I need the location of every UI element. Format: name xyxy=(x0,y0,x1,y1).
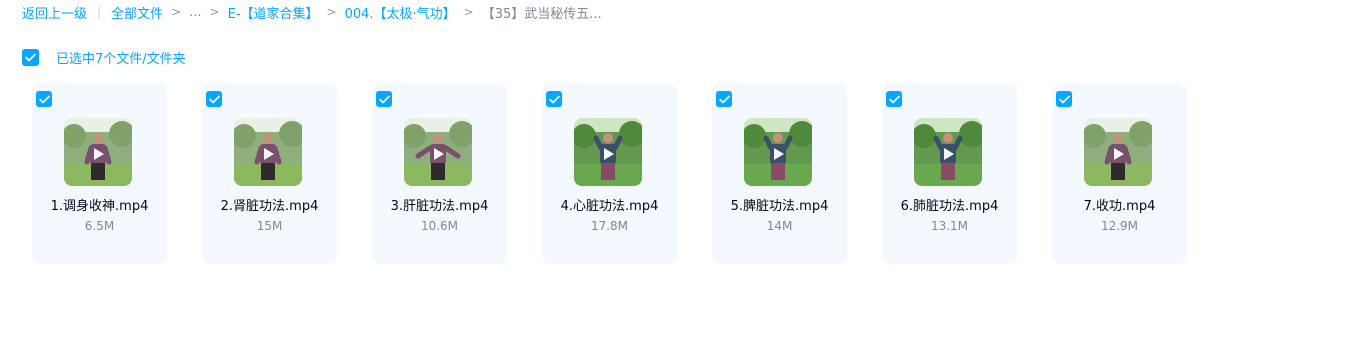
chevron-right-icon: > xyxy=(326,5,337,19)
file-name[interactable]: 5.脾脏功法.mp4 xyxy=(712,195,847,214)
breadcrumb-ellipsis[interactable]: ... xyxy=(189,5,201,20)
file-checkbox[interactable] xyxy=(886,91,902,107)
back-link[interactable]: 返回上一级 xyxy=(22,3,87,22)
video-thumbnail[interactable] xyxy=(574,118,642,186)
breadcrumb-current: 【35】武当秘传五... xyxy=(481,6,602,22)
check-icon xyxy=(378,95,390,103)
file-name[interactable]: 3.肝脏功法.mp4 xyxy=(372,195,507,214)
select-all-checkbox[interactable] xyxy=(22,49,39,66)
video-thumbnail[interactable] xyxy=(914,118,982,186)
file-checkbox[interactable] xyxy=(716,91,732,107)
breadcrumb-divider: | xyxy=(97,5,102,19)
file-card[interactable]: 1.调身收神.mp4 6.5M xyxy=(32,83,167,264)
file-card[interactable]: 3.肝脏功法.mp4 10.6M xyxy=(372,83,507,264)
file-card[interactable]: 6.肺脏功法.mp4 13.1M xyxy=(882,83,1017,264)
file-size: 13.1M xyxy=(930,219,969,233)
video-thumbnail[interactable] xyxy=(64,118,132,186)
file-name[interactable]: 4.心脏功法.mp4 xyxy=(542,195,677,214)
chevron-right-icon: > xyxy=(463,5,474,19)
check-icon xyxy=(25,53,36,62)
check-icon xyxy=(718,95,730,103)
check-icon xyxy=(208,95,220,103)
check-icon xyxy=(1058,95,1070,103)
video-thumbnail[interactable] xyxy=(234,118,302,186)
breadcrumb-taiji[interactable]: 004.【太极·气功】 xyxy=(345,3,456,22)
select-all-row: 已选中7个文件/文件夹 xyxy=(22,48,186,67)
video-thumbnail[interactable] xyxy=(1084,118,1152,186)
file-card[interactable]: 7.收功.mp4 12.9M xyxy=(1052,83,1187,264)
breadcrumb-daojia[interactable]: E-【道家合集】 xyxy=(228,3,319,22)
file-size: 6.5M xyxy=(84,219,115,233)
file-size: 10.6M xyxy=(420,219,459,233)
file-size: 17.8M xyxy=(590,219,629,233)
file-name[interactable]: 7.收功.mp4 xyxy=(1052,195,1187,214)
file-name[interactable]: 1.调身收神.mp4 xyxy=(32,195,167,214)
file-checkbox[interactable] xyxy=(1056,91,1072,107)
file-name[interactable]: 6.肺脏功法.mp4 xyxy=(882,195,1017,214)
file-size: 14M xyxy=(766,219,793,233)
video-thumbnail[interactable] xyxy=(744,118,812,186)
file-checkbox[interactable] xyxy=(206,91,222,107)
file-size: 15M xyxy=(256,219,283,233)
file-checkbox[interactable] xyxy=(546,91,562,107)
file-name[interactable]: 2.肾脏功法.mp4 xyxy=(202,195,337,214)
chevron-right-icon: > xyxy=(171,5,182,19)
check-icon xyxy=(38,95,50,103)
chevron-right-icon: > xyxy=(209,5,220,19)
breadcrumb-all-files[interactable]: 全部文件 xyxy=(111,3,163,22)
file-checkbox[interactable] xyxy=(36,91,52,107)
breadcrumb: 返回上一级 | 全部文件 > ... > E-【道家合集】 > 004.【太极·… xyxy=(22,3,602,22)
video-thumbnail[interactable] xyxy=(404,118,472,186)
file-card[interactable]: 5.脾脏功法.mp4 14M xyxy=(712,83,847,264)
check-icon xyxy=(548,95,560,103)
check-icon xyxy=(888,95,900,103)
file-card[interactable]: 2.肾脏功法.mp4 15M xyxy=(202,83,337,264)
file-size: 12.9M xyxy=(1100,219,1139,233)
selection-count: 已选中7个文件/文件夹 xyxy=(56,52,186,67)
file-card[interactable]: 4.心脏功法.mp4 17.8M xyxy=(542,83,677,264)
file-checkbox[interactable] xyxy=(376,91,392,107)
